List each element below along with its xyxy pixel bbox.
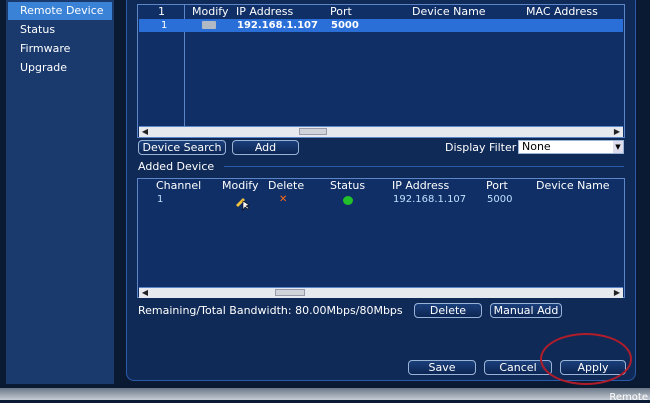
highlight-ring	[540, 333, 632, 385]
column-header-modify[interactable]: Modify	[192, 5, 228, 19]
save-button[interactable]: Save	[408, 360, 476, 375]
column-header-device-name[interactable]: Device Name	[536, 179, 610, 193]
column-header-number: 1	[158, 5, 165, 18]
row-port: 5000	[331, 20, 359, 31]
display-filter-value: None	[522, 140, 551, 153]
sidebar-item-upgrade[interactable]: Upgrade	[8, 59, 112, 77]
add-button[interactable]: Add	[232, 140, 299, 155]
bottom-bar: Remote	[0, 388, 650, 403]
added-device-table: Channel Modify Delete Status IP Address …	[137, 178, 625, 298]
column-header-status[interactable]: Status	[330, 179, 365, 193]
manual-add-button[interactable]: Manual Add	[490, 303, 562, 318]
sidebar-item-status[interactable]: Status	[8, 21, 112, 39]
column-header-modify[interactable]: Modify	[222, 179, 258, 193]
column-header-device-name[interactable]: Device Name	[412, 5, 486, 19]
row-ip: 192.168.1.107	[237, 20, 318, 31]
added-device-title: Added Device	[138, 160, 215, 173]
delete-button[interactable]: Delete	[414, 303, 482, 318]
column-header-mac[interactable]: MAC Address	[526, 5, 598, 19]
sidebar-item-label: Upgrade	[20, 61, 68, 74]
horizontal-scrollbar[interactable]: ◀ ▶	[139, 287, 623, 298]
modify-pencil-icon[interactable]	[235, 195, 250, 211]
scroll-thumb[interactable]	[275, 289, 305, 296]
scroll-thumb[interactable]	[299, 128, 327, 135]
bandwidth-text: Remaining/Total Bandwidth: 80.00Mbps/80M…	[138, 304, 403, 317]
sidebar-item-remote-device[interactable]: Remote Device	[8, 2, 112, 20]
column-header-port[interactable]: Port	[330, 5, 352, 19]
table-row[interactable]: 1 ✕ 192.168.1.107 5000	[139, 193, 623, 211]
row-channel: 1	[157, 194, 164, 205]
scroll-left-arrow-icon[interactable]: ◀	[139, 288, 151, 298]
column-header-channel[interactable]: Channel	[156, 179, 201, 193]
sidebar-item-label: Remote Device	[20, 4, 104, 17]
search-result-table: 1 Modify IP Address Port Device Name MAC…	[137, 4, 625, 138]
status-online-icon	[343, 196, 353, 205]
scroll-right-arrow-icon[interactable]: ▶	[611, 127, 623, 137]
sidebar: Remote Device Status Firmware Upgrade	[6, 0, 114, 384]
footer-text: Remote	[609, 392, 648, 403]
device-search-button[interactable]: Device Search	[138, 140, 226, 155]
modify-icon[interactable]	[202, 21, 216, 29]
scroll-right-arrow-icon[interactable]: ▶	[611, 288, 623, 298]
chevron-down-icon[interactable]: ▼	[613, 141, 623, 153]
section-divider	[224, 166, 624, 167]
display-filter-label: Display Filter	[445, 141, 517, 154]
horizontal-scrollbar[interactable]: ◀ ▶	[139, 126, 623, 137]
row-number: 1	[161, 20, 168, 31]
sidebar-item-firmware[interactable]: Firmware	[8, 40, 112, 58]
column-header-ip[interactable]: IP Address	[392, 179, 449, 193]
row-port: 5000	[487, 194, 513, 205]
sidebar-item-label: Firmware	[20, 42, 71, 55]
display-filter-select[interactable]: None ▼	[518, 140, 624, 154]
scroll-left-arrow-icon[interactable]: ◀	[139, 127, 151, 137]
column-header-delete[interactable]: Delete	[268, 179, 304, 193]
table-row[interactable]: 1 192.168.1.107 5000	[139, 19, 623, 32]
row-ip: 192.168.1.107	[393, 194, 467, 205]
column-header-ip[interactable]: IP Address	[236, 5, 293, 19]
column-header-port[interactable]: Port	[486, 179, 508, 193]
delete-x-icon[interactable]: ✕	[279, 193, 287, 206]
sidebar-item-label: Status	[20, 23, 56, 36]
